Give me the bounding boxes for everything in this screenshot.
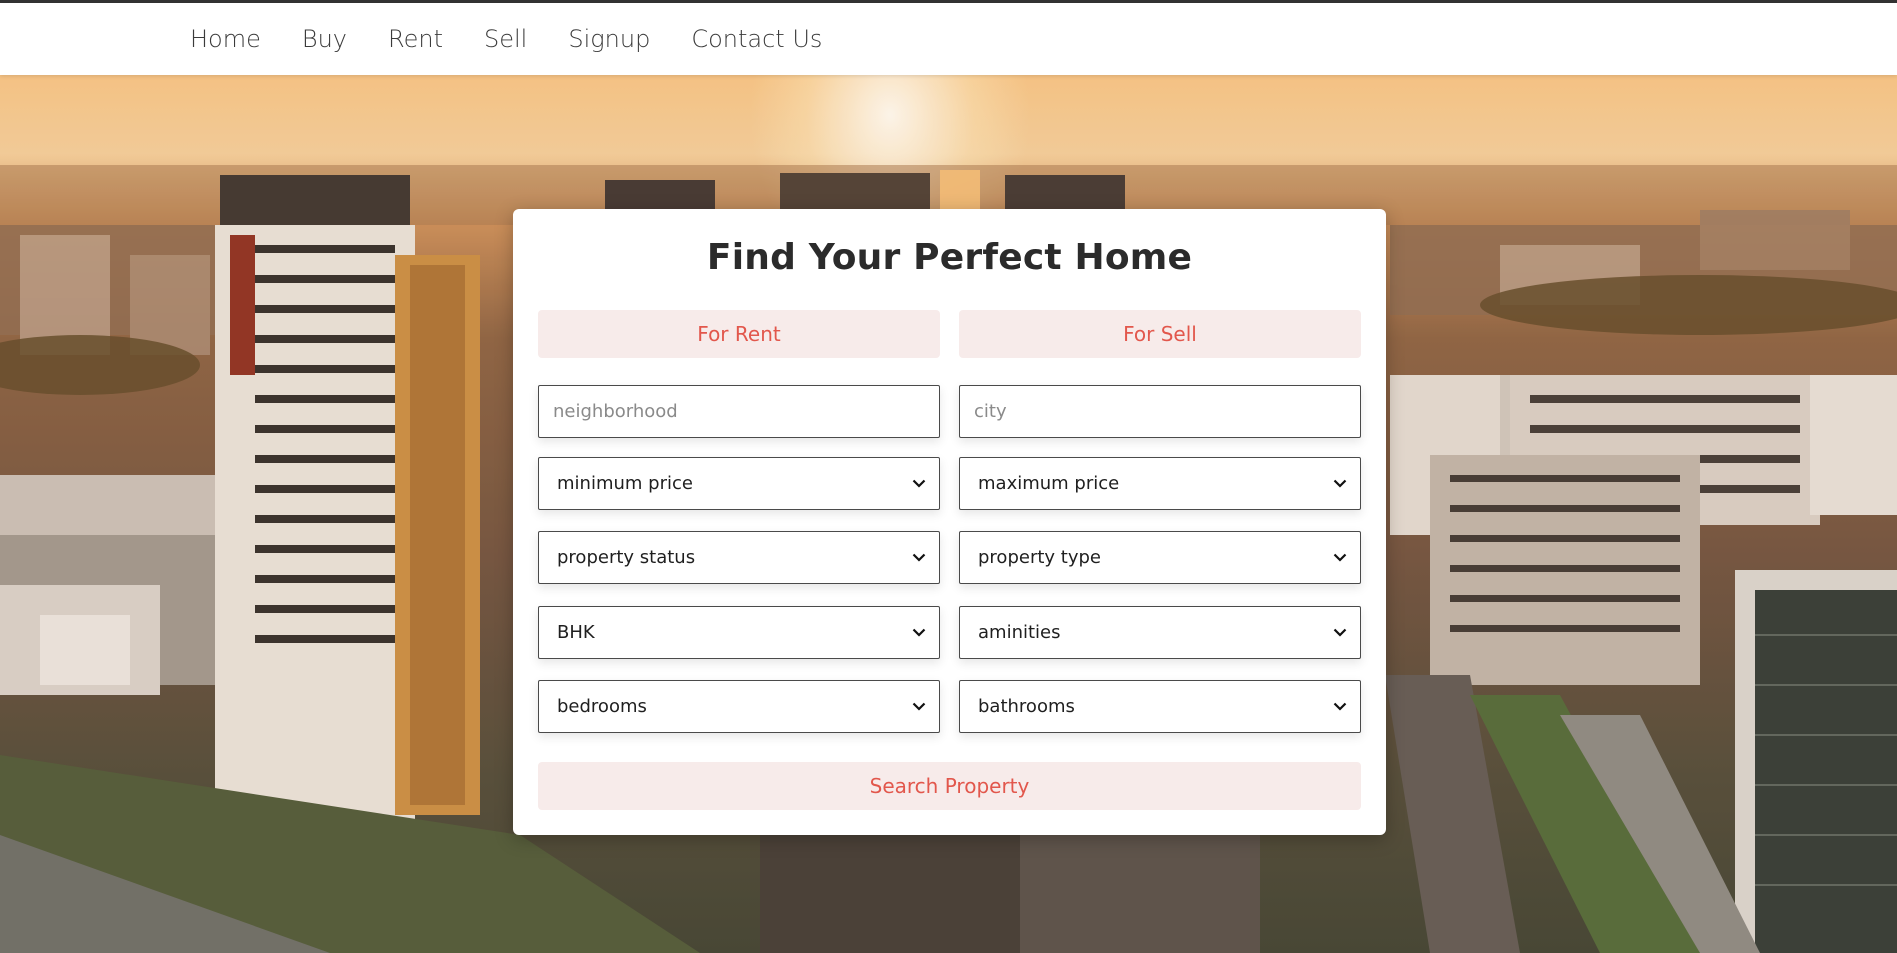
minimum-price-select[interactable]: minimum price [538,457,940,510]
chevron-down-icon [911,625,927,641]
neighborhood-input[interactable] [539,386,939,437]
minimum-price-value: minimum price [557,473,693,494]
chevron-down-icon [911,550,927,566]
bathrooms-value: bathrooms [978,696,1075,717]
for-rent-button[interactable]: For Rent [538,310,940,358]
bhk-value: BHK [557,622,595,643]
property-status-value: property status [557,547,696,568]
search-card: Find Your Perfect Home For Rent For Sell… [513,209,1386,835]
search-card-title: Find Your Perfect Home [706,237,1193,278]
nav-link-buy[interactable]: Buy [302,25,347,53]
maximum-price-select[interactable]: maximum price [959,457,1361,510]
nav-link-rent[interactable]: Rent [388,25,443,53]
chevron-down-icon [1332,476,1348,492]
bedrooms-select[interactable]: bedrooms [538,680,940,733]
bhk-select[interactable]: BHK [538,606,940,659]
bedrooms-value: bedrooms [557,696,647,717]
chevron-down-icon [911,476,927,492]
chevron-down-icon [1332,699,1348,715]
chevron-down-icon [1332,625,1348,641]
property-type-select[interactable]: property type [959,531,1361,584]
amenities-value: aminities [978,622,1061,643]
chevron-down-icon [911,699,927,715]
nav-link-signup[interactable]: Signup [568,25,650,53]
bathrooms-select[interactable]: bathrooms [959,680,1361,733]
for-sell-button[interactable]: For Sell [959,310,1361,358]
nav-link-home[interactable]: Home [190,25,261,53]
nav-menu: Home Buy Rent Sell Signup Contact Us [0,3,1897,75]
city-field [959,385,1361,438]
property-status-select[interactable]: property status [538,531,940,584]
neighborhood-field [538,385,940,438]
search-property-button[interactable]: Search Property [538,762,1361,810]
amenities-select[interactable]: aminities [959,606,1361,659]
nav-link-contact-us[interactable]: Contact Us [691,25,822,53]
main-navbar: Home Buy Rent Sell Signup Contact Us [0,3,1897,75]
nav-link-sell[interactable]: Sell [484,25,527,53]
property-type-value: property type [978,547,1101,568]
chevron-down-icon [1332,550,1348,566]
maximum-price-value: maximum price [978,473,1120,494]
city-input[interactable] [960,386,1360,437]
